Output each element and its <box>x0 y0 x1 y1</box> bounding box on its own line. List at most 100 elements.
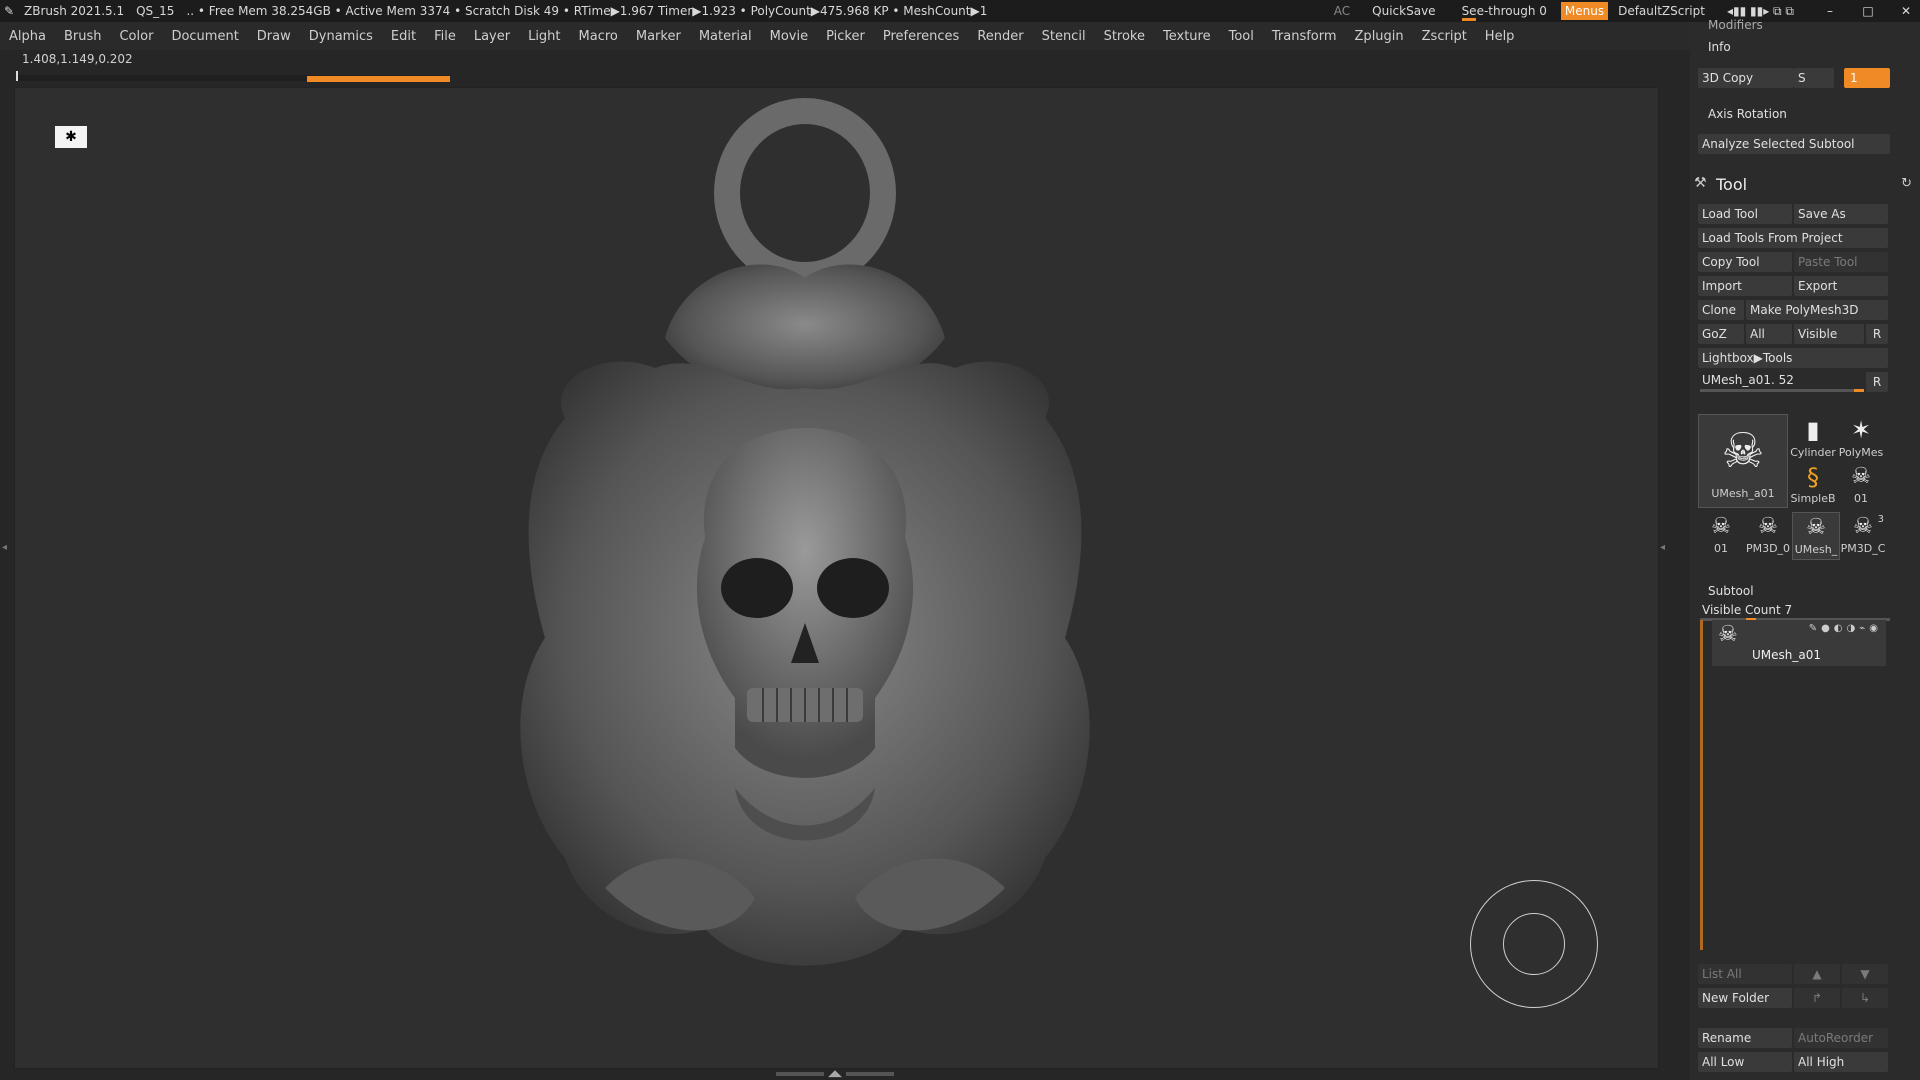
load-tool-button[interactable]: Load Tool <box>1698 204 1792 224</box>
goz-visible-button[interactable]: Visible <box>1794 324 1864 344</box>
analyze-subtool-button[interactable]: Analyze Selected Subtool <box>1698 134 1890 154</box>
close-icon[interactable]: ✕ <box>1892 4 1920 18</box>
menu-picker[interactable]: Picker <box>817 29 874 44</box>
quicksave-button[interactable]: QuickSave <box>1372 4 1435 18</box>
menu-stroke[interactable]: Stroke <box>1095 29 1154 44</box>
all-high-button[interactable]: All High <box>1794 1052 1888 1072</box>
s-value-input[interactable]: 1 <box>1844 68 1890 88</box>
export-button[interactable]: Export <box>1794 276 1888 296</box>
menu-edit[interactable]: Edit <box>382 29 425 44</box>
navigation-ring[interactable] <box>1470 880 1598 1008</box>
thumb-umesh-2[interactable]: ☠ UMesh_ <box>1792 512 1840 560</box>
subtool-item-umesh-a01[interactable]: ☠ ✎●◐◑⌁◉ UMesh_a01 <box>1712 620 1886 666</box>
import-button[interactable]: Import <box>1698 276 1792 296</box>
skull-pendant-sculpt[interactable] <box>485 98 1125 1013</box>
list-all-button[interactable]: List All <box>1698 964 1792 984</box>
thumb-pm3d-c[interactable]: ☠ PM3D_C 3 <box>1840 512 1886 558</box>
save-as-button[interactable]: Save As <box>1794 204 1888 224</box>
subtool-toggle-icons[interactable]: ✎●◐◑⌁◉ <box>1809 623 1882 634</box>
arrow-up-right-icon[interactable]: ↱ <box>1794 988 1840 1008</box>
right-tray-handle[interactable]: ◂ <box>1659 490 1669 610</box>
skull-thumbnail-icon: ☠ <box>1721 423 1765 479</box>
menu-dynamics[interactable]: Dynamics <box>300 29 382 44</box>
paste-tool-button[interactable]: Paste Tool <box>1794 252 1888 272</box>
maximize-icon[interactable]: □ <box>1854 4 1882 18</box>
layout-icons[interactable]: ◂▮▮ ▮▮▸ ⧉ ⧉ <box>1727 4 1794 19</box>
new-folder-button[interactable]: New Folder <box>1698 988 1792 1008</box>
current-tool-slider-label[interactable]: UMesh_a01. 52 <box>1702 373 1794 387</box>
menu-layer[interactable]: Layer <box>465 29 519 44</box>
see-through-slider[interactable]: See-through 0 <box>1458 4 1551 21</box>
reset-icon[interactable]: ↻ <box>1901 176 1912 191</box>
goz-button[interactable]: GoZ <box>1698 324 1744 344</box>
menu-stencil[interactable]: Stencil <box>1033 29 1095 44</box>
arrow-down-right-icon[interactable]: ↳ <box>1842 988 1888 1008</box>
3d-copy-button[interactable]: 3D Copy <box>1698 68 1794 88</box>
menu-tool[interactable]: Tool <box>1220 29 1263 44</box>
skull-small-icon: ☠ <box>1851 464 1871 489</box>
subtool-scrollbar[interactable] <box>1700 620 1703 950</box>
menu-zplugin[interactable]: Zplugin <box>1346 29 1413 44</box>
current-tool-slider-knob[interactable] <box>1854 389 1864 392</box>
menu-document[interactable]: Document <box>162 29 247 44</box>
menu-texture[interactable]: Texture <box>1154 29 1220 44</box>
skull-small-icon: ☠ <box>1758 514 1778 539</box>
menu-preferences[interactable]: Preferences <box>874 29 968 44</box>
menu-render[interactable]: Render <box>968 29 1032 44</box>
menu-alpha[interactable]: Alpha <box>0 29 55 44</box>
thumb-cylinder[interactable]: ▮ Cylinder <box>1790 414 1836 462</box>
menus-toggle-button[interactable]: Menus <box>1560 2 1609 20</box>
document-thumbnail-icon[interactable]: ✱ <box>55 126 87 148</box>
info-label[interactable]: Info <box>1708 40 1731 54</box>
menu-transform[interactable]: Transform <box>1263 29 1346 44</box>
thumb-01b[interactable]: ☠ 01 <box>1698 512 1744 558</box>
thumb-umesh-a01[interactable]: ☠ UMesh_a01 <box>1698 414 1788 508</box>
menu-zscript[interactable]: Zscript <box>1413 29 1476 44</box>
make-polymesh3d-button[interactable]: Make PolyMesh3D <box>1746 300 1888 320</box>
clone-button[interactable]: Clone <box>1698 300 1744 320</box>
subtool-title[interactable]: Subtool <box>1708 584 1754 598</box>
lightbox-tools-button[interactable]: Lightbox▶Tools <box>1698 348 1888 368</box>
rename-button[interactable]: Rename <box>1698 1028 1792 1048</box>
minimize-icon[interactable]: – <box>1816 4 1844 18</box>
autoreorder-button[interactable]: AutoReorder <box>1794 1028 1888 1048</box>
default-zscript-button[interactable]: DefaultZScript <box>1618 4 1705 18</box>
thumb-label: 01 <box>1714 542 1728 555</box>
thumb-01a[interactable]: ☠ 01 <box>1838 462 1884 508</box>
menu-color[interactable]: Color <box>110 29 162 44</box>
move-down-icon[interactable]: ▼ <box>1842 964 1888 984</box>
visible-count-label[interactable]: Visible Count 7 <box>1702 603 1792 617</box>
navigation-ring-inner[interactable] <box>1503 913 1565 975</box>
see-through-fill <box>1461 18 1476 21</box>
current-tool-r-button[interactable]: R <box>1866 372 1888 392</box>
load-tools-from-project-button[interactable]: Load Tools From Project <box>1698 228 1888 248</box>
canvas-viewport[interactable]: ✱ <box>14 87 1659 1069</box>
bottom-tray-handle[interactable]: ◢◣ <box>770 1069 900 1079</box>
menu-movie[interactable]: Movie <box>761 29 817 44</box>
thumb-label: SimpleB <box>1790 492 1836 505</box>
main-menu-bar: Alpha Brush Color Document Draw Dynamics… <box>0 22 1690 50</box>
subtool-item-name: UMesh_a01 <box>1752 648 1821 662</box>
tool-palette-header[interactable]: ⚒ Tool ↻ <box>1690 170 1920 200</box>
thumb-polymesh[interactable]: ✶ PolyMes <box>1838 414 1884 462</box>
thumb-pm3d-0[interactable]: ☠ PM3D_0 <box>1744 512 1792 558</box>
copy-tool-button[interactable]: Copy Tool <box>1698 252 1792 272</box>
menu-draw[interactable]: Draw <box>248 29 300 44</box>
menu-brush[interactable]: Brush <box>55 29 111 44</box>
thumb-simpleb[interactable]: § SimpleB <box>1790 462 1836 508</box>
all-low-button[interactable]: All Low <box>1698 1052 1792 1072</box>
current-tool-slider-track[interactable] <box>1700 389 1864 392</box>
goz-r-button[interactable]: R <box>1866 324 1888 344</box>
goz-all-button[interactable]: All <box>1746 324 1792 344</box>
menu-file[interactable]: File <box>425 29 465 44</box>
menu-macro[interactable]: Macro <box>570 29 627 44</box>
move-up-icon[interactable]: ▲ <box>1794 964 1840 984</box>
axis-rotation-button[interactable]: Axis Rotation <box>1708 107 1787 121</box>
menu-light[interactable]: Light <box>519 29 569 44</box>
left-tray-handle[interactable]: ◂ <box>0 490 10 610</box>
menu-marker[interactable]: Marker <box>627 29 690 44</box>
menu-help[interactable]: Help <box>1476 29 1524 44</box>
tool-palette-title: Tool <box>1716 175 1748 194</box>
modifiers-label[interactable]: Modifiers <box>1708 18 1763 32</box>
menu-material[interactable]: Material <box>690 29 761 44</box>
